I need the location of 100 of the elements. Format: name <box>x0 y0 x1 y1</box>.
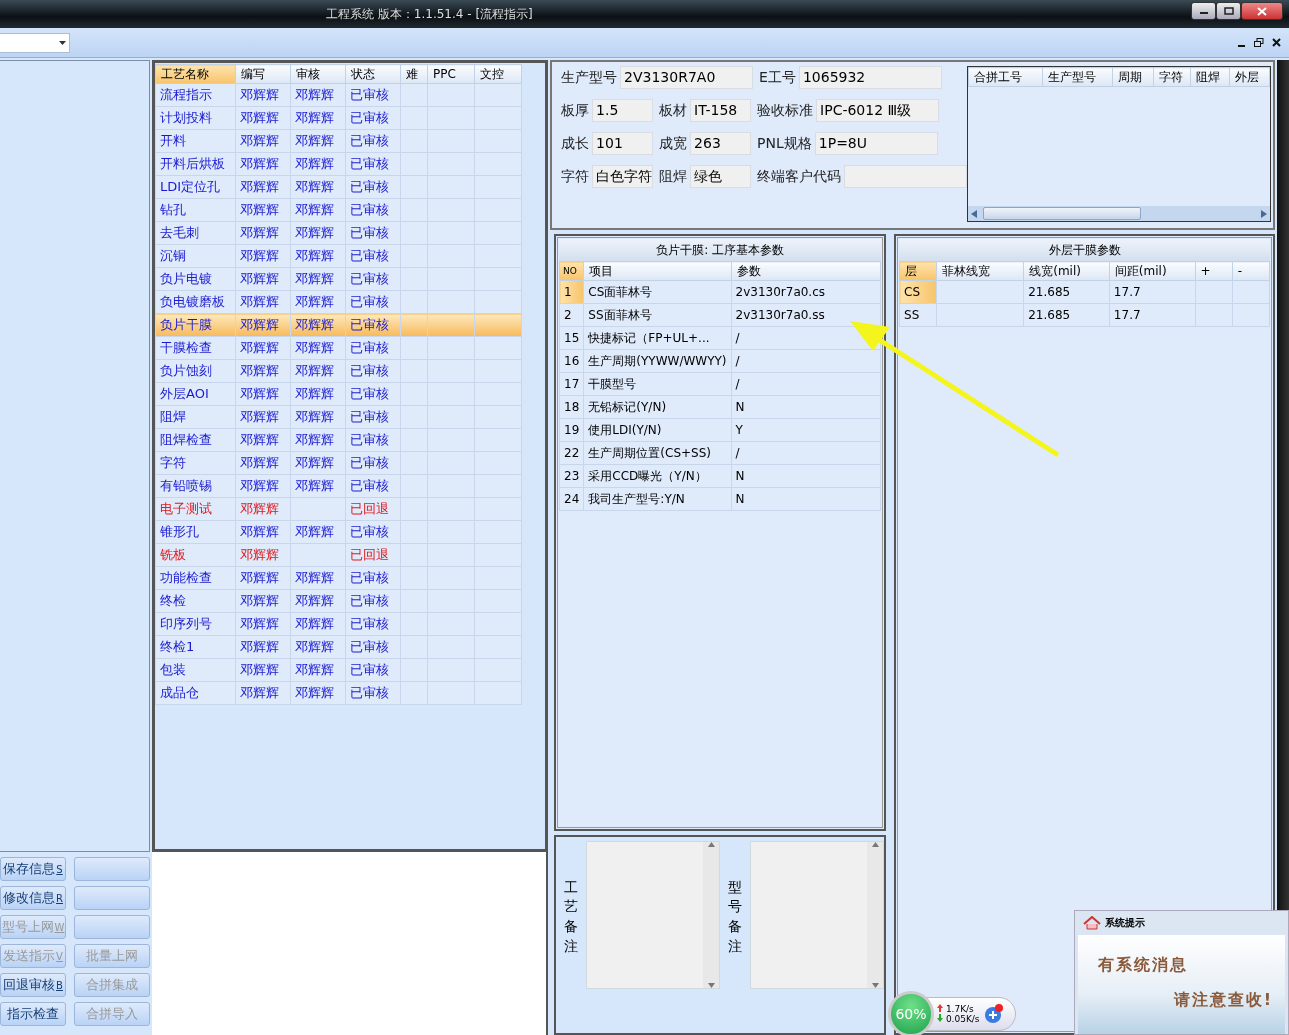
panel-title: 外层干膜参数 <box>899 239 1271 261</box>
column-header[interactable]: 难 <box>400 64 428 84</box>
remark-label: 型号备注 <box>728 877 743 956</box>
text-field[interactable]: IT-158 <box>690 99 752 122</box>
table-cell: 外层AOI <box>155 382 236 406</box>
row-number: SS <box>899 303 937 327</box>
dropdown-field[interactable] <box>0 32 70 53</box>
table-cell: 采用CCD曝光（Y/N） <box>583 464 732 488</box>
text-field[interactable]: 263 <box>690 132 752 155</box>
field-label: 生产型号 <box>561 68 618 87</box>
text-field[interactable]: 1065932 <box>798 66 942 89</box>
restore-icon[interactable] <box>1254 38 1264 47</box>
table-cell: 阻焊检查 <box>155 428 236 452</box>
right-arrow-icon[interactable] <box>1261 209 1268 218</box>
row-number: 15 <box>559 326 584 350</box>
row-number: 23 <box>559 464 584 488</box>
field-label: 成长 <box>561 134 590 153</box>
column-header[interactable]: 状态 <box>345 64 401 84</box>
row-number: 22 <box>559 441 584 465</box>
text-field[interactable] <box>844 165 968 188</box>
table-cell: 开料后烘板 <box>155 152 236 176</box>
column-header[interactable]: PPC <box>427 64 475 84</box>
text-field[interactable]: 白色字符 <box>592 165 654 188</box>
window-title: 工程系统 版本：1.1.51.4 - [流程指示] <box>326 5 533 23</box>
row-number: 1 <box>559 280 584 304</box>
text-field[interactable]: 1.5 <box>592 99 654 122</box>
column-header[interactable]: 工艺名称 <box>155 64 236 84</box>
scrollbar[interactable] <box>703 842 720 988</box>
table-cell: 流程指示 <box>155 83 236 107</box>
close-icon <box>1257 6 1267 16</box>
up-arrow-icon[interactable] <box>707 842 715 847</box>
table-cell: 印序列号 <box>155 612 236 636</box>
column-header[interactable]: 参数 <box>731 261 881 281</box>
column-header[interactable]: - <box>1232 261 1270 281</box>
table-cell: SS面菲林号 <box>583 303 732 327</box>
download-speed: 0.05K/s <box>945 1014 980 1024</box>
column-header[interactable]: 周期 <box>1112 67 1154 87</box>
column-header[interactable]: 菲林线宽 <box>936 261 1024 281</box>
plus-icon[interactable] <box>983 1004 1004 1024</box>
maximize-button[interactable] <box>1216 2 1241 20</box>
remark-field[interactable] <box>586 841 721 989</box>
column-header[interactable]: + <box>1195 261 1233 281</box>
table-cell: 生产周期(YYWW/WWYY) <box>583 349 732 373</box>
table-cell: 有铅喷锡 <box>155 474 236 498</box>
table-cell: 开料 <box>155 129 236 153</box>
field-label: E工号 <box>759 68 796 87</box>
panel-title: 负片干膜: 工序基本参数 <box>559 239 882 261</box>
action-button[interactable]: 指示检查 <box>0 1002 66 1026</box>
column-header[interactable]: 合拼工号 <box>968 67 1043 87</box>
table-cell: / <box>731 349 881 373</box>
table-cell: 生产周期位置(CS+SS) <box>583 441 732 465</box>
text-field[interactable]: IPC-6012 Ⅲ级 <box>816 99 940 122</box>
action-button[interactable]: 保存信息S <box>0 857 66 881</box>
column-header[interactable]: 项目 <box>583 261 732 281</box>
text-field[interactable]: 绿色 <box>690 165 752 188</box>
column-header[interactable]: 文控 <box>474 64 522 84</box>
scrollbar[interactable] <box>968 206 1271 221</box>
column-header[interactable]: 间距(mil) <box>1109 261 1195 281</box>
down-arrow-icon[interactable] <box>871 983 879 988</box>
column-header[interactable]: 审核 <box>290 64 346 84</box>
close-button[interactable] <box>1241 2 1283 20</box>
table-cell: 使用LDI(Y/N) <box>583 418 732 442</box>
column-header[interactable]: 外层 <box>1229 67 1270 87</box>
popup-title: 系统提示 <box>1105 916 1145 930</box>
action-button[interactable]: 修改信息R <box>0 886 66 910</box>
minimize-button[interactable] <box>1191 2 1216 20</box>
field-label: 板厚 <box>561 101 590 120</box>
down-arrow-icon <box>937 1014 943 1022</box>
column-header[interactable]: 阻焊 <box>1190 67 1230 87</box>
row-number: 24 <box>559 487 584 511</box>
table-cell: 功能检查 <box>155 566 236 590</box>
column-header[interactable]: 线宽(mil) <box>1023 261 1110 281</box>
down-arrow-icon[interactable] <box>707 983 715 988</box>
table-cell: 干膜检查 <box>155 336 236 360</box>
text-field[interactable]: 1P=8U <box>814 132 938 155</box>
table-cell: N <box>731 395 881 419</box>
column-header[interactable]: 字符 <box>1153 67 1191 87</box>
text-field[interactable]: 2V3130R7A0 <box>620 66 754 89</box>
column-header[interactable]: 层 <box>899 261 937 281</box>
left-arrow-icon[interactable] <box>971 209 978 218</box>
field-label: 验收标准 <box>757 101 814 120</box>
field-label: PNL规格 <box>757 134 812 153</box>
column-header[interactable]: 编写 <box>235 64 291 84</box>
caret-icon <box>59 40 66 45</box>
table-cell: 字符 <box>155 451 236 475</box>
table-cell: 无铅标记(Y/N) <box>583 395 732 419</box>
close-icon[interactable] <box>1272 38 1281 47</box>
field-label: 板材 <box>659 101 688 120</box>
column-header[interactable]: 生产型号 <box>1042 67 1113 87</box>
text-field[interactable]: 101 <box>592 132 654 155</box>
action-button[interactable]: 回退审核 B <box>0 973 66 997</box>
up-arrow-icon[interactable] <box>871 842 879 847</box>
table-cell: LDI定位孔 <box>155 175 236 199</box>
scrollbar[interactable] <box>867 842 884 988</box>
table-cell: CS面菲林号 <box>583 280 732 304</box>
table-cell: / <box>731 441 881 465</box>
house-icon <box>1083 916 1101 930</box>
remark-field[interactable] <box>750 841 885 989</box>
table-cell: 铣板 <box>155 543 236 567</box>
column-header[interactable]: NO <box>559 261 584 281</box>
